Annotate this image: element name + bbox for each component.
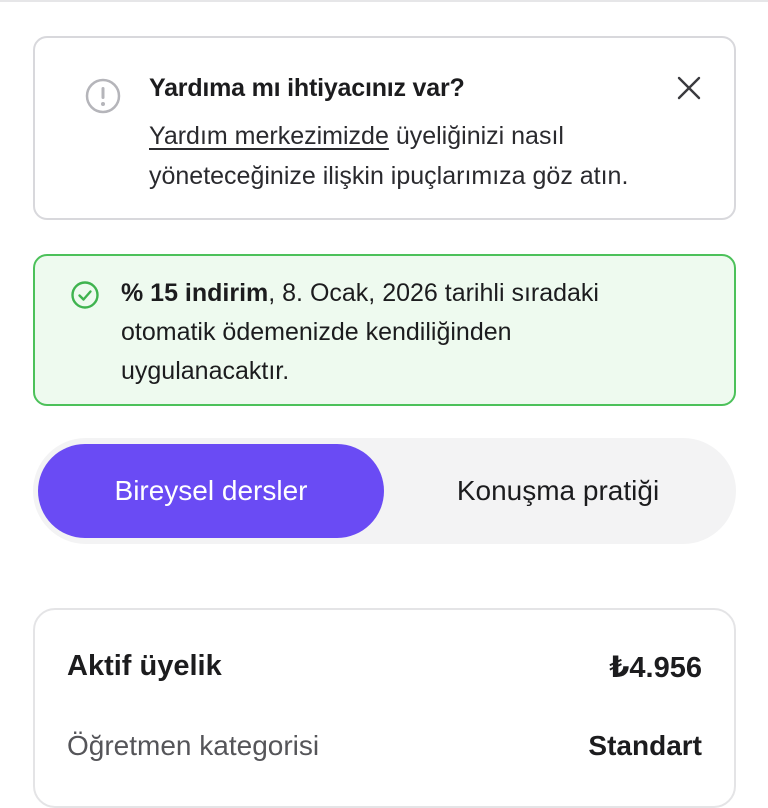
top-divider bbox=[0, 0, 768, 2]
teacher-category-value: Standart bbox=[588, 730, 702, 761]
discount-amount: % 15 indirim bbox=[121, 279, 269, 307]
discount-banner: % 15 indirim, 8. Ocak, 2026 tarihli sıra… bbox=[33, 254, 736, 406]
lesson-type-toggle: Bireysel dersler Konuşma pratiği bbox=[33, 438, 736, 544]
close-button[interactable] bbox=[671, 70, 707, 106]
help-center-link[interactable]: Yardım merkezimizde bbox=[149, 122, 389, 150]
teacher-category-label: Öğretmen kategorisi bbox=[67, 730, 320, 761]
discount-message: % 15 indirim, 8. Ocak, 2026 tarihli sıra… bbox=[121, 274, 681, 391]
tab-individual-lessons[interactable]: Bireysel dersler bbox=[38, 444, 384, 538]
membership-card: Aktif üyelik ₺4.956 Öğretmen kategorisi … bbox=[33, 608, 736, 808]
help-banner: Yardıma mı ihtiyacınız var? Yardım merke… bbox=[33, 36, 736, 220]
membership-price: ₺4.956 bbox=[609, 652, 702, 684]
check-circle-icon bbox=[70, 280, 100, 310]
active-membership-label: Aktif üyelik bbox=[67, 650, 222, 682]
tab-conversation-practice[interactable]: Konuşma pratiği bbox=[385, 444, 731, 538]
info-circle-icon bbox=[85, 78, 121, 114]
help-body: Yardım merkezimizde üyeliğinizi nasıl yö… bbox=[149, 116, 689, 196]
help-title: Yardıma mı ihtiyacınız var? bbox=[149, 74, 465, 102]
close-icon bbox=[677, 76, 701, 100]
